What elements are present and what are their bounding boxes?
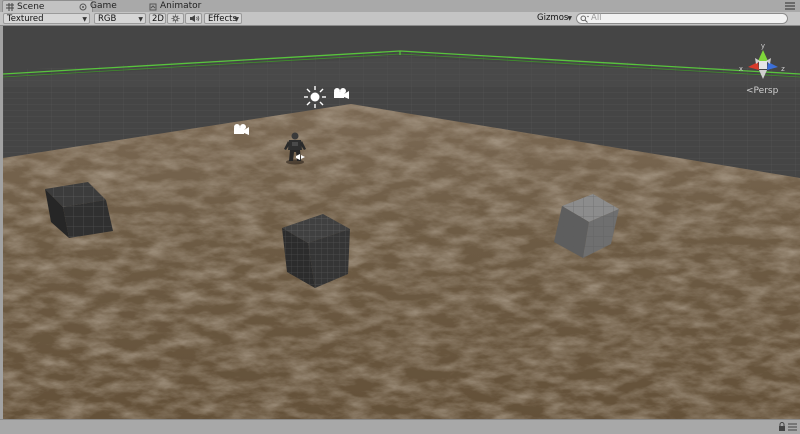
lock-icon[interactable]: [778, 422, 786, 431]
speaker-icon: [190, 15, 200, 22]
tab-animator[interactable]: Animator: [146, 1, 205, 12]
panel-menu-icon[interactable]: [788, 423, 797, 431]
animator-icon: [149, 3, 157, 10]
gizmos-dropdown[interactable]: Gizmos ▼: [534, 13, 574, 24]
axis-x-label: x: [739, 65, 743, 73]
render-mode-value: Textured: [7, 14, 44, 24]
directional-light-icon[interactable]: [304, 86, 326, 108]
search-placeholder: All: [591, 13, 602, 23]
scene-canvas: y x z: [3, 26, 800, 419]
scene-viewport[interactable]: y x z <Persp: [3, 26, 800, 419]
projection-label: Persp: [753, 86, 779, 96]
scene-audio-toggle[interactable]: [185, 13, 202, 24]
color-mode-dropdown[interactable]: RGB ▼: [94, 13, 146, 24]
search-icon: [580, 15, 589, 23]
chevron-down-icon: ▼: [82, 16, 87, 23]
axis-y-label: y: [761, 42, 765, 50]
persp-arrow-icon: <: [746, 86, 754, 96]
gizmos-label: Gizmos: [537, 13, 569, 23]
chevron-down-icon: ▼: [138, 16, 143, 23]
panel-menu-icon[interactable]: [784, 1, 796, 11]
effects-label: Effects: [208, 14, 237, 24]
scene-toolbar: Textured ▼ RGB ▼ 2D Effects ▼ Gizmos ▼ A…: [0, 12, 800, 26]
mode-2d-toggle[interactable]: 2D: [149, 13, 166, 24]
tab-game[interactable]: Game: [76, 1, 121, 12]
color-mode-value: RGB: [98, 14, 117, 24]
chevron-down-icon: ▼: [234, 16, 239, 23]
tab-game-label: Game: [90, 1, 117, 11]
axis-z-label: z: [781, 65, 785, 73]
search-input[interactable]: All: [576, 13, 788, 24]
projection-toggle[interactable]: <Persp: [746, 86, 778, 96]
mode-2d-label: 2D: [152, 14, 164, 24]
scene-icon: [6, 3, 14, 11]
tab-scene-label: Scene: [17, 1, 45, 12]
chevron-down-icon: ▼: [567, 15, 572, 22]
tab-animator-label: Animator: [160, 1, 202, 11]
render-mode-dropdown[interactable]: Textured ▼: [3, 13, 90, 24]
effects-dropdown[interactable]: Effects ▼: [204, 13, 242, 24]
sun-icon: [171, 14, 180, 23]
status-bar: [0, 419, 800, 434]
game-icon: [79, 3, 87, 10]
scene-lighting-toggle[interactable]: [167, 13, 184, 24]
